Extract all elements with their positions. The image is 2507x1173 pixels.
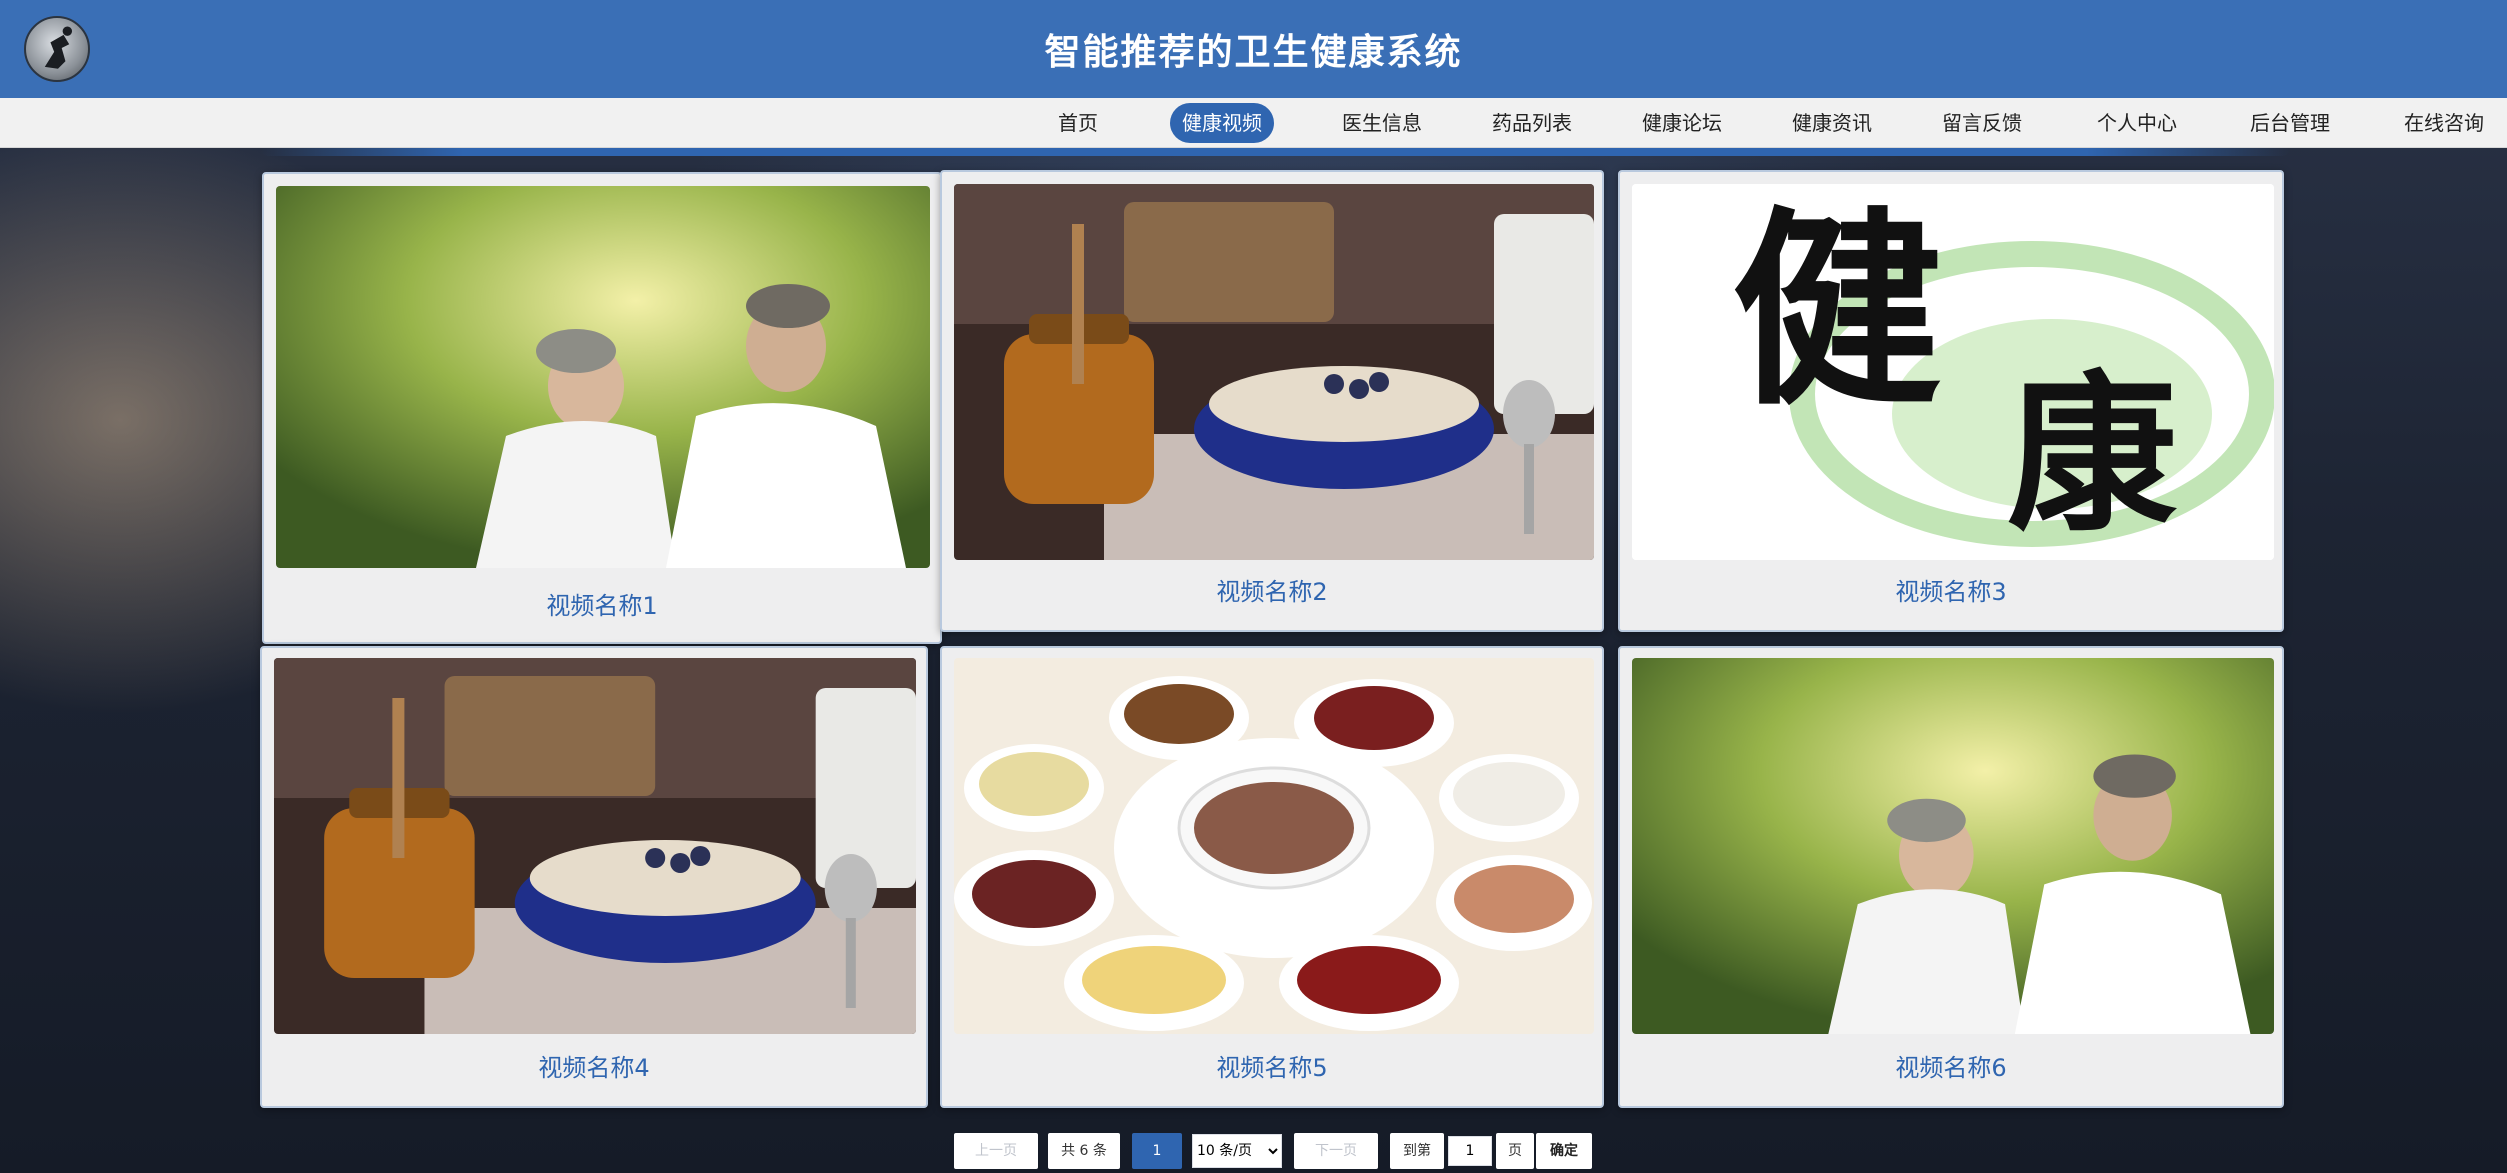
video-thumbnail-1[interactable] (276, 186, 930, 568)
video-thumbnail-5[interactable] (954, 658, 1594, 1034)
nav-underline-decoration (260, 148, 2290, 156)
nav-item-personal-center[interactable]: 个人中心 (2085, 103, 2189, 143)
page-size-select[interactable]: 10 条/页 (1192, 1134, 1282, 1168)
video-card-2[interactable]: 视频名称2 (940, 170, 1604, 632)
calligraphy-char-2: 康 (2007, 355, 2177, 555)
goto-suffix-label: 页 (1496, 1133, 1534, 1169)
goto-prefix-label: 到第 (1390, 1133, 1444, 1169)
page-size-container: 10 条/页 (1192, 1133, 1282, 1169)
video-name-4[interactable]: 视频名称4 (262, 1048, 926, 1083)
runner-logo-icon (44, 26, 73, 69)
video-card-4[interactable]: 视频名称4 (260, 646, 928, 1108)
calligraphy-char-1: 健 (1732, 187, 1942, 434)
video-card-3[interactable]: 健 康 视频名称3 (1618, 170, 2284, 632)
video-card-6[interactable]: 视频名称6 (1618, 646, 2284, 1108)
video-card-1[interactable]: 视频名称1 (262, 172, 942, 644)
nav-item-medicine-list[interactable]: 药品列表 (1480, 103, 1584, 143)
goto-page-input[interactable] (1448, 1136, 1492, 1166)
site-logo[interactable] (24, 16, 90, 82)
video-thumbnail-4[interactable] (274, 658, 916, 1034)
nav-item-home[interactable]: 首页 (1046, 103, 1110, 143)
site-header: 智能推荐的卫生健康系统 (0, 0, 2507, 98)
nav-item-doctor-info[interactable]: 医生信息 (1330, 103, 1434, 143)
video-name-1[interactable]: 视频名称1 (264, 586, 940, 621)
oatmeal-honey-image-icon (954, 184, 1594, 560)
video-name-5[interactable]: 视频名称5 (942, 1048, 1602, 1083)
nav-item-admin[interactable]: 后台管理 (2238, 103, 2342, 143)
site-title: 智能推荐的卫生健康系统 (1044, 32, 1463, 73)
video-name-3[interactable]: 视频名称3 (1620, 572, 2282, 607)
video-thumbnail-2[interactable] (954, 184, 1594, 560)
nav-item-health-video[interactable]: 健康视频 (1170, 103, 1274, 143)
video-name-2[interactable]: 视频名称2 (942, 572, 1602, 607)
prev-page-button[interactable]: 上一页 (954, 1133, 1038, 1169)
video-thumbnail-6[interactable] (1632, 658, 2274, 1034)
total-count-label: 共 6 条 (1048, 1133, 1120, 1169)
grains-porridge-image-icon (954, 658, 1594, 1034)
main-nav: 首页 健康视频 医生信息 药品列表 健康论坛 健康资讯 留言反馈 个人中心 后台… (0, 98, 2507, 148)
elderly-couple-image-icon (276, 186, 930, 568)
nav-item-health-forum[interactable]: 健康论坛 (1630, 103, 1734, 143)
calligraphy-image-icon: 健 康 (1632, 184, 2274, 560)
confirm-button[interactable]: 确定 (1536, 1133, 1592, 1169)
nav-item-online-consult[interactable]: 在线咨询 (2392, 103, 2496, 143)
video-card-5[interactable]: 视频名称5 (940, 646, 1604, 1108)
nav-item-feedback[interactable]: 留言反馈 (1930, 103, 2034, 143)
video-name-6[interactable]: 视频名称6 (1620, 1048, 2282, 1083)
nav-item-health-news[interactable]: 健康资讯 (1780, 103, 1884, 143)
video-thumbnail-3[interactable]: 健 康 (1632, 184, 2274, 560)
page-number-button[interactable]: 1 (1132, 1133, 1182, 1169)
oatmeal-honey-image-icon (274, 658, 916, 1034)
next-page-button[interactable]: 下一页 (1294, 1133, 1378, 1169)
goto-input-container (1446, 1133, 1494, 1169)
elderly-couple-image-icon (1632, 658, 2274, 1034)
